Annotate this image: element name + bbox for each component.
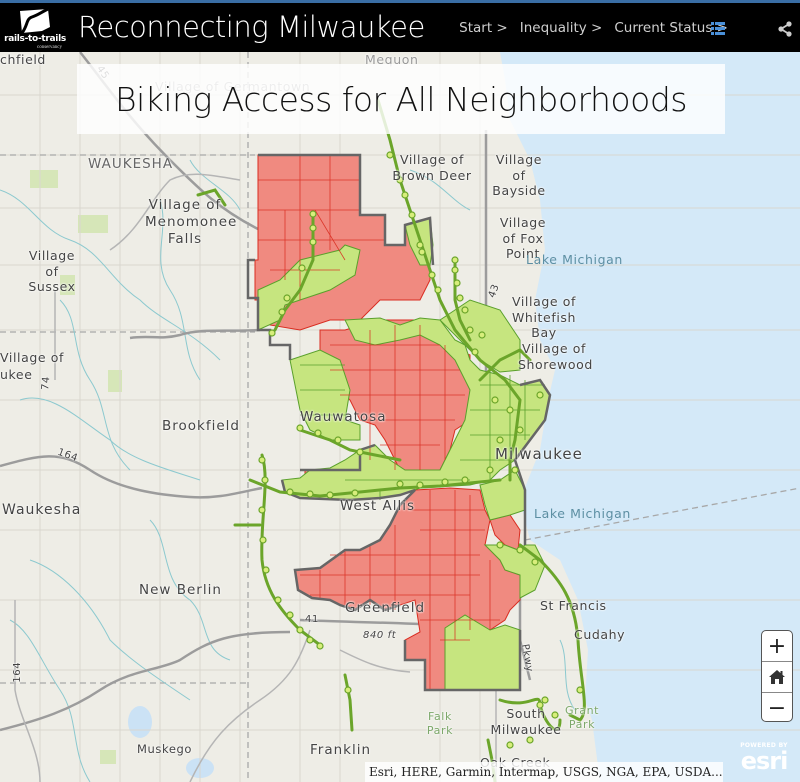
map-title: Biking Access for All Neighborhoods [115,79,687,119]
plus-icon: + [767,633,787,659]
place-label: Milwaukee [495,445,583,463]
place-label: South Milwaukee [490,706,562,737]
place-label: Brookfield [162,418,240,434]
minus-icon: − [767,695,787,721]
home-button[interactable] [762,662,792,693]
place-label: Village of Shorewood [518,341,593,372]
nav-inequality[interactable]: Inequality > [520,20,603,36]
place-label: St Francis [540,598,607,613]
nav-start[interactable]: Start > [459,20,508,36]
water-label: Lake Michigan [526,252,623,267]
place-label: ukee [0,367,33,382]
county-label: WAUKESHA [88,156,174,172]
water-label: Lake Michigan [534,506,631,521]
story-nav: Start > Inequality > Current Status > [459,20,728,36]
share-icon[interactable] [777,21,793,37]
place-label: Greenfield [345,600,426,616]
park-label: Grant Park [565,704,600,731]
place-label: Village of [0,350,65,365]
place-label: Village of Bayside [492,152,546,199]
road-label: 74 [40,375,53,391]
place-label: Cudahy [574,627,626,642]
map-attribution: Esri, HERE, Garmin, Intermap, USGS, NGA,… [365,762,723,782]
rails-to-trails-logo[interactable]: rails-to-trails conservancy [4,5,66,51]
esri-wordmark: esri [740,747,789,775]
place-label: chfield [0,52,46,67]
app-title: Reconnecting Milwaukee [78,10,425,44]
app-header: rails-to-trails conservancy Reconnecting… [0,0,800,52]
logo-text: rails-to-trails [4,34,66,44]
place-label: Village of Menomonee Falls [145,197,238,247]
place-label: West Allis [340,498,416,514]
zoom-out-button[interactable]: − [762,693,792,723]
place-label: New Berlin [139,582,222,598]
logo-subtext: conservancy [37,45,62,50]
park-label: Falk Park [426,710,454,737]
elevation-label: 840 ft [363,630,397,641]
zoom-in-button[interactable]: + [762,631,792,662]
place-label: Village of Whitefish Bay [511,294,577,341]
road-label: 41 [305,614,319,625]
place-label: Waukesha [2,502,82,518]
place-label: Wauwatosa [300,409,387,425]
place-label: Village of Brown Deer [392,152,472,183]
place-label: Franklin [310,742,372,758]
place-label: Muskego [137,742,193,756]
map-title-panel: Biking Access for All Neighborhoods [77,64,725,134]
map-view[interactable]: chfield Village of Germantown Mequon WAU… [0,52,800,782]
road-label: 164 [12,661,24,683]
esri-logo[interactable]: POWERED BY esri [732,742,796,778]
list-icon[interactable] [711,22,725,35]
zoom-controls: + − [761,630,793,722]
home-icon [769,670,785,684]
trail-flag-icon [20,7,50,34]
place-label: Village of Sussex [28,248,76,295]
